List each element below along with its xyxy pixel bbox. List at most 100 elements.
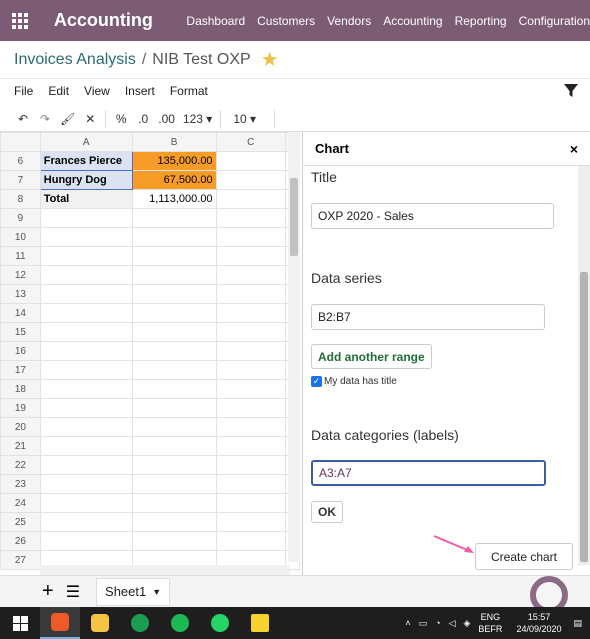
cell[interactable] <box>39 360 133 380</box>
row-header[interactable]: 12 <box>0 265 41 285</box>
format-percent-button[interactable]: % <box>114 112 128 126</box>
ok-button[interactable]: OK <box>311 501 343 523</box>
cell[interactable] <box>39 474 133 494</box>
data-has-title-row[interactable]: ✓ My data has title <box>311 376 397 387</box>
cell[interactable] <box>39 493 133 513</box>
cell[interactable] <box>131 284 217 304</box>
cell[interactable] <box>39 284 133 304</box>
add-another-range-button[interactable]: Add another range <box>311 344 432 369</box>
cell[interactable] <box>131 436 217 456</box>
row-header[interactable]: 17 <box>0 360 41 380</box>
cell[interactable] <box>215 512 287 532</box>
favorite-star-icon[interactable]: ★ <box>261 47 279 72</box>
nav-item-customers[interactable]: Customers <box>257 14 315 28</box>
cell[interactable] <box>215 398 287 418</box>
redo-icon[interactable]: ↷ <box>38 112 52 126</box>
menu-edit[interactable]: Edit <box>48 84 69 98</box>
nav-item-reporting[interactable]: Reporting <box>455 14 507 28</box>
data-has-title-checkbox[interactable]: ✓ <box>311 376 322 387</box>
row-header[interactable]: 8 <box>0 189 41 209</box>
row-header[interactable]: 27 <box>0 550 41 570</box>
cell[interactable] <box>215 341 287 361</box>
spotify-icon[interactable] <box>160 607 200 639</box>
cell[interactable]: 135,000.00 <box>131 151 217 171</box>
row-header[interactable]: 15 <box>0 322 41 342</box>
cell[interactable] <box>215 170 287 190</box>
cell[interactable] <box>131 417 217 437</box>
cell[interactable] <box>39 455 133 475</box>
language-indicator[interactable]: ENG BEFR <box>478 611 502 635</box>
cell[interactable] <box>131 379 217 399</box>
column-header-b[interactable]: B <box>131 132 217 152</box>
cell[interactable]: 1,113,000.00 <box>131 189 217 209</box>
apps-menu-icon[interactable] <box>0 0 40 41</box>
cell[interactable] <box>131 265 217 285</box>
sheet-list-icon[interactable]: ☰ <box>66 582 80 602</box>
column-header-a[interactable]: A <box>39 132 133 152</box>
spreadsheet-grid[interactable]: A B C 6 Frances Pierce 135,000.00 7 Hung… <box>0 132 300 575</box>
nav-item-dashboard[interactable]: Dashboard <box>186 14 245 28</box>
grid-scroll-thumb[interactable] <box>290 178 298 256</box>
cell[interactable] <box>39 265 133 285</box>
cell[interactable] <box>215 227 287 247</box>
row-header[interactable]: 24 <box>0 493 41 513</box>
cell[interactable] <box>39 531 133 551</box>
cell[interactable] <box>39 398 133 418</box>
row-header[interactable]: 20 <box>0 417 41 437</box>
cell[interactable] <box>215 436 287 456</box>
row-header[interactable]: 23 <box>0 474 41 494</box>
chevron-down-icon[interactable]: ▼ <box>152 587 161 597</box>
cell[interactable] <box>39 208 133 228</box>
cell[interactable] <box>131 493 217 513</box>
cell[interactable] <box>131 398 217 418</box>
decrease-decimal-button[interactable]: .0 <box>136 112 150 126</box>
network-icon[interactable]: ◔ <box>435 617 440 629</box>
row-header[interactable]: 14 <box>0 303 41 323</box>
cell[interactable] <box>131 341 217 361</box>
cell[interactable]: 67,500.00 <box>131 170 217 190</box>
cell[interactable] <box>215 531 287 551</box>
row-header[interactable]: 6 <box>0 151 41 171</box>
cell[interactable] <box>39 322 133 342</box>
cell[interactable] <box>131 512 217 532</box>
row-header[interactable]: 7 <box>0 170 41 190</box>
cell[interactable] <box>215 246 287 266</box>
cell[interactable]: Total <box>39 189 133 209</box>
row-header[interactable]: 18 <box>0 379 41 399</box>
cell[interactable]: Frances Pierce <box>39 151 133 171</box>
nav-item-configuration[interactable]: Configuration <box>519 14 590 28</box>
data-categories-input[interactable]: A3:A7 <box>311 460 546 486</box>
row-header[interactable]: 26 <box>0 531 41 551</box>
cell[interactable] <box>39 512 133 532</box>
cell[interactable] <box>215 265 287 285</box>
filter-icon[interactable] <box>564 84 578 98</box>
battery-icon[interactable]: ▭ <box>419 617 428 629</box>
cell[interactable] <box>131 303 217 323</box>
clear-format-icon[interactable]: ✕ <box>83 112 97 126</box>
notifications-icon[interactable]: ▤ <box>573 617 582 629</box>
cell[interactable] <box>215 322 287 342</box>
cell[interactable] <box>131 455 217 475</box>
close-icon[interactable]: × <box>570 141 578 157</box>
font-size-dropdown[interactable]: 10 ▾ <box>233 112 256 126</box>
cell[interactable] <box>131 246 217 266</box>
clock[interactable]: 15:57 24/09/2020 <box>516 611 561 635</box>
row-header[interactable]: 9 <box>0 208 41 228</box>
cell[interactable] <box>39 303 133 323</box>
file-explorer-icon[interactable] <box>80 607 120 639</box>
cell[interactable] <box>131 208 217 228</box>
menu-view[interactable]: View <box>84 84 110 98</box>
increase-decimal-button[interactable]: .00 <box>158 112 175 126</box>
row-header[interactable]: 19 <box>0 398 41 418</box>
undo-icon[interactable]: ↶ <box>16 112 30 126</box>
dropbox-icon[interactable]: ◈ <box>464 617 471 629</box>
row-header[interactable]: 16 <box>0 341 41 361</box>
row-header[interactable]: 25 <box>0 512 41 532</box>
cell[interactable] <box>215 303 287 323</box>
cell[interactable] <box>215 474 287 494</box>
cell[interactable] <box>131 360 217 380</box>
breadcrumb-parent[interactable]: Invoices Analysis <box>14 51 136 69</box>
tray-chevron-icon[interactable]: ˄ <box>405 617 410 629</box>
cell[interactable]: Hungry Dog <box>39 170 133 190</box>
cell[interactable] <box>131 322 217 342</box>
